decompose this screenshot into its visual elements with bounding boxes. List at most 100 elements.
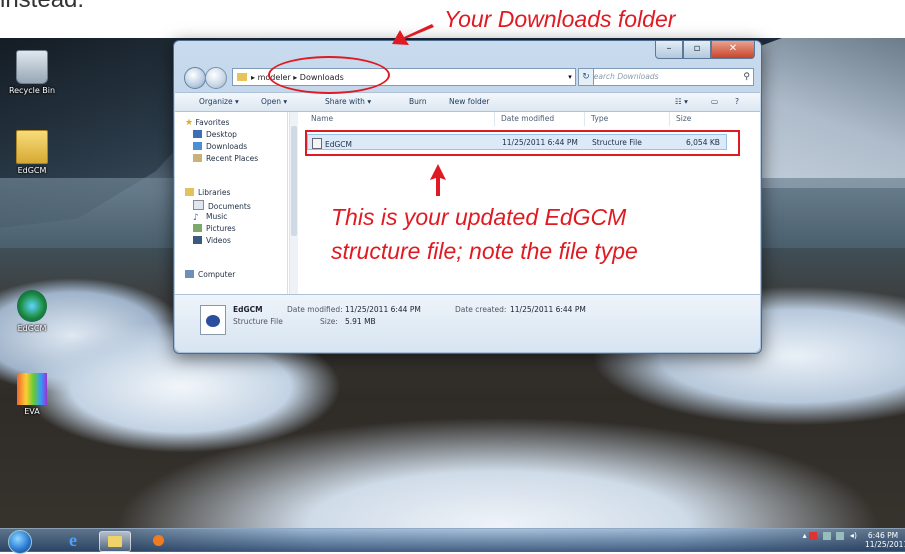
structure-file-icon bbox=[200, 305, 226, 335]
nav-item-desktop[interactable]: Desktop bbox=[193, 130, 237, 139]
nav-item-downloads[interactable]: Downloads bbox=[193, 142, 247, 151]
nav-item-label: Downloads bbox=[206, 142, 248, 151]
tray-arrow-icon[interactable]: ▴ bbox=[803, 531, 807, 540]
start-button[interactable] bbox=[8, 530, 32, 554]
nav-item-pictures[interactable]: Pictures bbox=[193, 224, 236, 233]
recycle-bin-icon bbox=[16, 50, 48, 84]
share-with-button[interactable]: Share with ▾ bbox=[325, 97, 371, 106]
details-file-name: EdGCM bbox=[233, 305, 263, 314]
file-highlight-box bbox=[305, 130, 740, 156]
computer-icon bbox=[185, 270, 194, 278]
star-icon: ★ bbox=[185, 118, 194, 128]
nav-pane-scrollbar[interactable] bbox=[289, 112, 298, 294]
open-button[interactable]: Open ▾ bbox=[261, 97, 287, 106]
column-divider[interactable] bbox=[584, 112, 585, 126]
forward-button[interactable] bbox=[205, 67, 227, 89]
burn-button[interactable]: Burn bbox=[409, 97, 427, 106]
edgcm-app-icon bbox=[17, 290, 47, 322]
downloads-icon bbox=[193, 142, 202, 150]
desktop-icon-label: EVA bbox=[24, 407, 40, 416]
desktop-icon-label: EdGCM bbox=[17, 324, 47, 333]
back-button[interactable] bbox=[184, 67, 206, 89]
refresh-button[interactable]: ↻ bbox=[578, 68, 594, 86]
pictures-icon bbox=[193, 224, 202, 232]
views-icon[interactable]: ☷ ▾ bbox=[675, 97, 688, 106]
column-header-date-modified[interactable]: Date modified bbox=[501, 114, 554, 123]
desktop-icon-recycle-bin[interactable]: Recycle Bin bbox=[4, 50, 60, 95]
details-date-modified: 11/25/2011 6:44 PM bbox=[345, 305, 421, 314]
details-size-label: Size: bbox=[320, 317, 338, 326]
column-divider[interactable] bbox=[669, 112, 670, 126]
nav-item-label: Recent Places bbox=[206, 154, 259, 163]
command-bar: Organize ▾ Open ▾ Share with ▾ Burn New … bbox=[175, 92, 760, 112]
details-pane: EdGCM Structure File Date modified: 11/2… bbox=[175, 294, 760, 352]
maximize-button[interactable]: ▫ bbox=[683, 41, 711, 59]
nav-favorites[interactable]: ★ Favorites bbox=[185, 118, 229, 128]
eva-app-icon bbox=[17, 373, 47, 405]
search-input[interactable]: Search Downloads ⚲ bbox=[582, 68, 754, 86]
details-size: 5.91 MB bbox=[345, 317, 376, 326]
organize-button[interactable]: Organize ▾ bbox=[199, 97, 239, 106]
desktop-icon-edgcm-app[interactable]: EdGCM bbox=[4, 290, 60, 333]
nav-item-music[interactable]: ♪ Music bbox=[193, 212, 228, 223]
window-controls: – ▫ ✕ bbox=[655, 41, 755, 59]
recent-places-icon bbox=[193, 154, 202, 162]
action-center-icon[interactable] bbox=[809, 531, 818, 540]
nav-computer[interactable]: Computer bbox=[185, 270, 235, 279]
nav-libraries[interactable]: Libraries bbox=[185, 188, 230, 197]
desktop-icon-label: EdGCM bbox=[17, 166, 47, 175]
details-date-created-label: Date created: bbox=[455, 305, 507, 314]
display-icon[interactable] bbox=[822, 531, 831, 540]
column-header-size[interactable]: Size bbox=[676, 114, 691, 123]
music-icon: ♪ bbox=[193, 213, 199, 223]
column-divider[interactable] bbox=[494, 112, 495, 126]
clock-date: 11/25/2011 bbox=[865, 540, 905, 549]
scrollbar-thumb[interactable] bbox=[291, 126, 297, 236]
help-icon[interactable]: ? bbox=[735, 97, 739, 106]
desktop-icon-label: Recycle Bin bbox=[8, 86, 56, 95]
system-tray: ▴ ◂) bbox=[803, 531, 857, 540]
address-highlight-oval bbox=[268, 56, 390, 94]
volume-icon[interactable]: ◂) bbox=[850, 531, 857, 540]
nav-computer-label: Computer bbox=[198, 270, 236, 279]
details-date-created: 11/25/2011 6:44 PM bbox=[510, 305, 586, 314]
folder-icon bbox=[108, 536, 122, 547]
libraries-icon bbox=[185, 188, 194, 196]
explorer-window: – ▫ ✕ ▸ modeler ▸ Downloads ▾ Search Dow… bbox=[173, 40, 762, 354]
callout-line-1: This is your updated EdGCM bbox=[331, 204, 627, 230]
clock-time: 6:46 PM bbox=[867, 531, 899, 540]
nav-item-label: Pictures bbox=[206, 224, 236, 233]
videos-icon bbox=[193, 236, 202, 244]
windows-explorer-taskbar-button[interactable] bbox=[99, 531, 131, 552]
desktop-icon-eva[interactable]: EVA bbox=[4, 373, 60, 416]
minimize-button[interactable]: – bbox=[655, 41, 683, 59]
network-icon[interactable] bbox=[836, 531, 845, 540]
column-header-name[interactable]: Name bbox=[311, 114, 333, 123]
nav-item-recent-places[interactable]: Recent Places bbox=[193, 154, 258, 163]
clock[interactable]: 6:46 PM 11/25/2011 bbox=[865, 531, 905, 549]
nav-favorites-label: Favorites bbox=[195, 118, 230, 127]
nav-libraries-label: Libraries bbox=[198, 188, 231, 197]
nav-item-documents[interactable]: Documents bbox=[193, 200, 251, 211]
desktop-icon bbox=[193, 130, 202, 138]
nav-item-videos[interactable]: Videos bbox=[193, 236, 231, 245]
documents-icon bbox=[193, 200, 204, 210]
callout-downloads-folder: Your Downloads folder bbox=[444, 6, 676, 32]
details-file-type: Structure File bbox=[233, 317, 283, 326]
folder-icon bbox=[237, 73, 247, 81]
column-header-type[interactable]: Type bbox=[591, 114, 608, 123]
taskbar: e ▴ ◂) 6:46 PM 11/25/2011 bbox=[0, 528, 905, 554]
search-icon[interactable]: ⚲ bbox=[743, 69, 750, 85]
details-date-modified-label: Date modified: bbox=[287, 305, 343, 314]
nav-item-label: Music bbox=[206, 212, 228, 221]
nav-item-label: Desktop bbox=[206, 130, 237, 139]
intro-text: instead. bbox=[0, 0, 84, 14]
address-dropdown-icon[interactable]: ▾ bbox=[564, 68, 576, 86]
new-folder-button[interactable]: New folder bbox=[449, 97, 490, 106]
preview-pane-icon[interactable]: ▭ bbox=[711, 97, 718, 106]
media-player-icon[interactable] bbox=[143, 531, 173, 550]
desktop-icon-edgcm-folder[interactable]: EdGCM bbox=[4, 130, 60, 175]
close-button[interactable]: ✕ bbox=[711, 41, 755, 59]
address-sep: ▸ bbox=[251, 73, 256, 82]
internet-explorer-icon[interactable]: e bbox=[58, 531, 88, 550]
